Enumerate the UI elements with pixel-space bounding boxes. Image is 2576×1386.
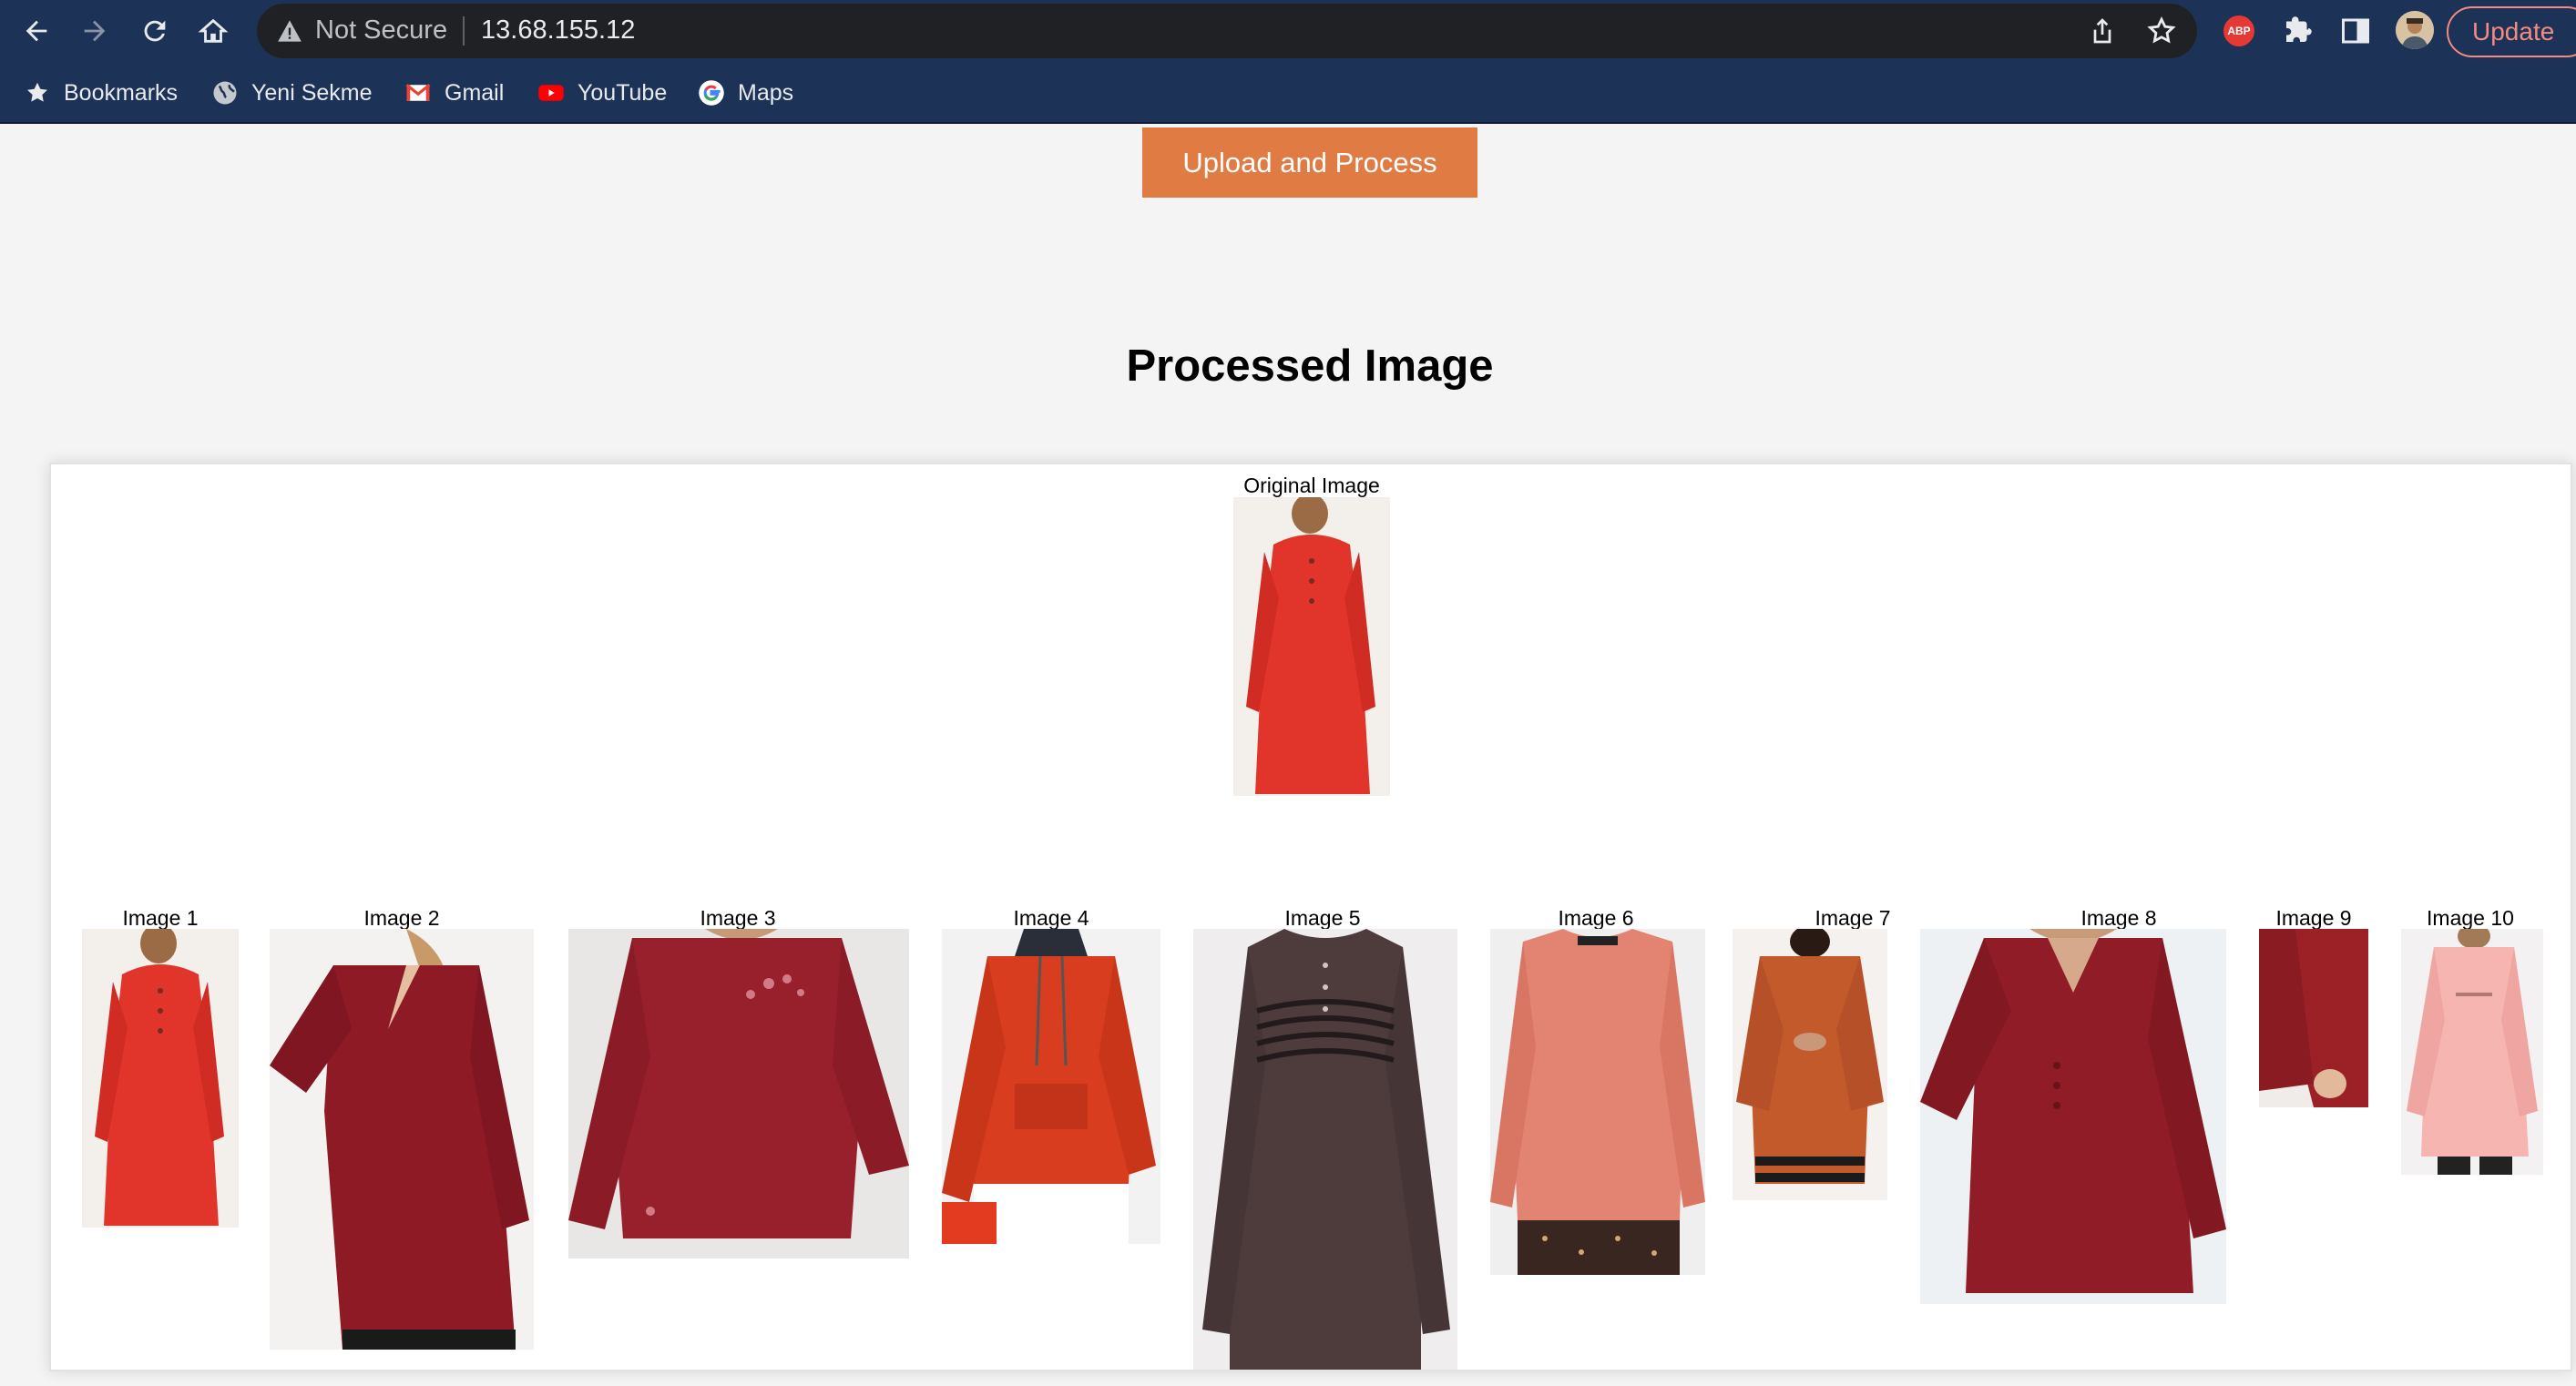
upload-and-process-button[interactable]: Upload and Process [1142, 127, 1477, 198]
result-caption-5: Image 5 [1284, 906, 1361, 930]
bookmark-maps[interactable]: Maps [698, 76, 793, 110]
turtleneck-photo-icon [1733, 929, 1887, 1200]
gmail-icon [405, 84, 431, 101]
home-icon [198, 18, 229, 43]
result-caption-7: Image 7 [1814, 906, 1891, 930]
result-caption-10: Image 10 [2427, 906, 2514, 930]
result-caption-1: Image 1 [122, 906, 199, 930]
result-caption-9: Image 9 [2275, 906, 2352, 930]
adblock-icon: ABP [2223, 15, 2254, 46]
url-text[interactable]: 13.68.155.12 [481, 15, 635, 46]
sleeve-photo-icon [2259, 929, 2368, 1107]
result-caption-2: Image 2 [363, 906, 440, 930]
reload-button[interactable] [137, 13, 173, 49]
youtube-icon [538, 85, 564, 101]
result-image-6 [1490, 929, 1705, 1275]
forward-button[interactable] [77, 13, 113, 49]
blouse-photo-icon [1920, 929, 2226, 1304]
puzzle-icon [2286, 16, 2312, 42]
bookmark-yeni-sekme[interactable]: Yeni Sekme [211, 76, 373, 110]
profile-avatar[interactable] [2396, 11, 2434, 49]
bookmark-youtube[interactable]: YouTube [537, 76, 667, 110]
result-image-7 [1733, 929, 1887, 1200]
bookmark-label: Yeni Sekme [251, 79, 373, 106]
hoodie-photo-icon [942, 929, 1160, 1244]
security-status[interactable]: Not Secure [315, 15, 447, 46]
adblock-extension[interactable]: ABP [2223, 15, 2255, 47]
result-image-5 [1193, 929, 1457, 1370]
address-bar[interactable]: Not Secure 13.68.155.12 [257, 4, 2197, 58]
tunic-photo-icon [270, 929, 534, 1350]
back-button[interactable] [18, 13, 55, 49]
sweater-photo-icon [568, 929, 909, 1259]
result-image-4 [942, 929, 1160, 1244]
bookmark-label: Bookmarks [64, 79, 179, 106]
bookmark-label: Gmail [445, 79, 505, 106]
result-caption-4: Image 4 [1013, 906, 1089, 930]
reload-icon [144, 20, 166, 42]
bookmark-star-icon[interactable] [2146, 15, 2177, 46]
bookmark-gmail[interactable]: Gmail [404, 76, 504, 110]
dress-photo-icon [1233, 497, 1390, 796]
result-image-9 [2259, 929, 2368, 1107]
bookmarks-bar: Bookmarks Yeni Sekme Gmail YouTube Maps [0, 62, 2576, 124]
address-divider [463, 16, 465, 46]
warning-icon [278, 20, 302, 42]
original-image [1233, 497, 1390, 796]
side-panel-icon [2342, 18, 2369, 44]
bookmark-label: YouTube [578, 79, 668, 106]
sweatshirt-photo-icon [2401, 929, 2543, 1175]
browser-toolbar: Not Secure 13.68.155.12 ABP Update [0, 0, 2576, 62]
bookmark-bookmarks[interactable]: Bookmarks [24, 76, 178, 110]
bookmark-label: Maps [738, 79, 794, 106]
arrow-right-icon [84, 20, 106, 42]
henley-sweater-photo-icon [1193, 929, 1457, 1370]
original-image-caption: Original Image [1243, 474, 1380, 497]
google-icon [699, 80, 724, 106]
result-image-3 [568, 929, 909, 1259]
pullover-photo-icon [1490, 929, 1705, 1275]
globe-icon [213, 81, 237, 105]
home-button[interactable] [195, 13, 231, 49]
avatar-icon [2396, 11, 2434, 49]
result-image-10 [2401, 929, 2543, 1175]
result-caption-3: Image 3 [700, 906, 776, 930]
result-image-2 [270, 929, 534, 1350]
results-panel: Original Image Image 1 Image 2 Image 3 I… [49, 463, 2572, 1371]
side-panel-button[interactable] [2339, 15, 2372, 47]
dress-photo-icon [82, 929, 239, 1228]
result-image-8 [1920, 929, 2226, 1304]
star-icon [27, 82, 47, 102]
arrow-left-icon [26, 20, 47, 42]
share-icon[interactable] [2088, 16, 2117, 46]
result-caption-8: Image 8 [2080, 906, 2157, 930]
page-title: Processed Image [1126, 341, 1494, 391]
result-image-1 [82, 929, 239, 1228]
update-button[interactable]: Update [2447, 6, 2576, 57]
result-caption-6: Image 6 [1558, 906, 1634, 930]
extensions-button[interactable] [2281, 15, 2314, 47]
